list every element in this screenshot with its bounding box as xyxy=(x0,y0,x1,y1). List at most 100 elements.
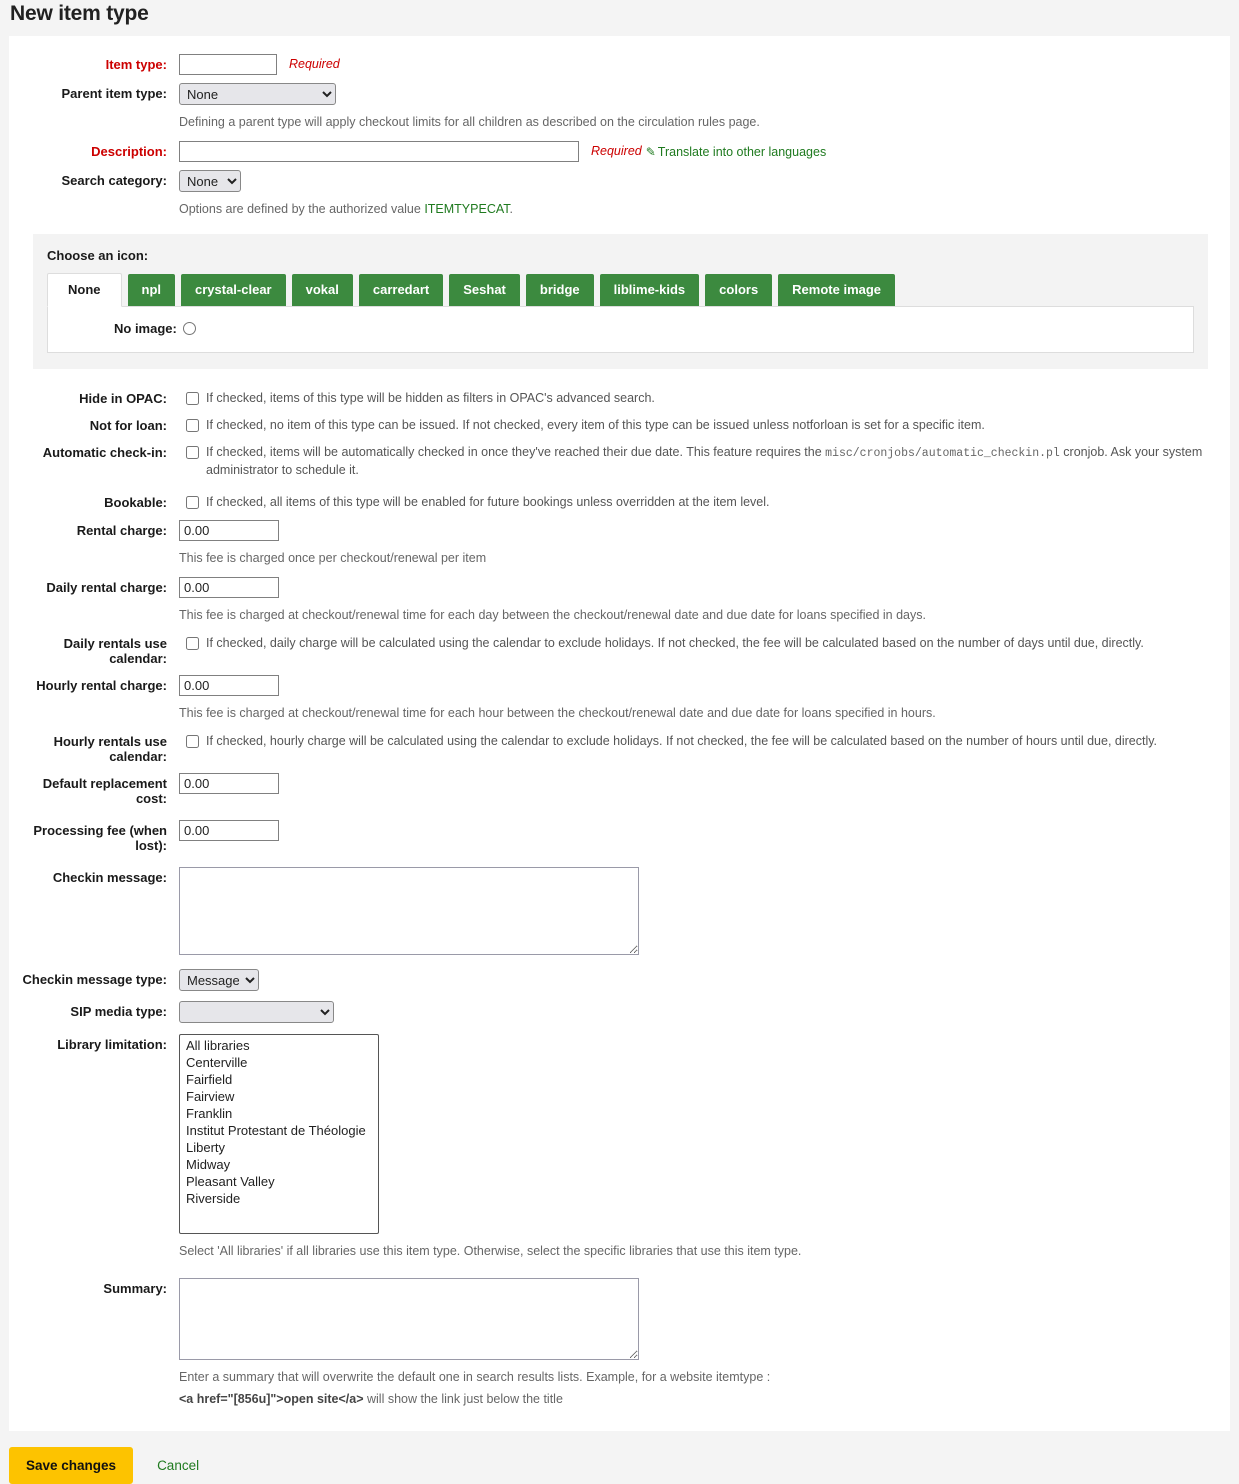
summary-hint: Enter a summary that will overwrite the … xyxy=(179,1368,770,1407)
rental-charge-hint-row: . This fee is charged once per checkout/… xyxy=(9,549,1230,567)
pencil-icon: ✎ xyxy=(645,145,656,159)
field-row-item-type: Item type: Required xyxy=(9,54,1230,75)
hourly-rental-charge-label: Hourly rental charge: xyxy=(36,678,167,693)
icon-tab-vokal[interactable]: vokal xyxy=(291,274,353,306)
library-option[interactable]: Institut Protestant de Théologie xyxy=(183,1122,378,1139)
hide-in-opac-checkbox[interactable] xyxy=(186,392,199,405)
rental-charge-input[interactable] xyxy=(179,520,279,541)
item-type-form: Item type: Required Parent item type: No… xyxy=(9,36,1230,1431)
cancel-link[interactable]: Cancel xyxy=(151,1458,205,1473)
search-category-select[interactable]: None xyxy=(179,170,241,192)
field-row-description: Description: Required ✎ Translate into ot… xyxy=(9,141,1230,162)
not-for-loan-checkbox[interactable] xyxy=(186,419,199,432)
summary-hint-code: <a href="[856u]">open site</a> xyxy=(179,1392,364,1406)
library-limitation-hint-row: . Select 'All libraries' if all librarie… xyxy=(9,1242,1230,1260)
checkin-message-type-label: Checkin message type: xyxy=(22,972,167,987)
field-row-summary: Summary: xyxy=(9,1278,1230,1360)
library-option[interactable]: Liberty xyxy=(183,1139,378,1156)
icon-tab-liblime-kids[interactable]: liblime-kids xyxy=(599,274,700,306)
daily-rentals-use-calendar-checkbox[interactable] xyxy=(186,637,199,650)
icon-tab-carredart[interactable]: carredart xyxy=(358,274,444,306)
parent-item-type-select[interactable]: None xyxy=(179,83,336,105)
field-row-default-replacement-cost: Default replacement cost: xyxy=(9,773,1230,806)
sip-media-type-label: SIP media type: xyxy=(70,1004,167,1019)
field-row-search-category: Search category: None xyxy=(9,170,1230,192)
library-option[interactable]: Franklin xyxy=(183,1105,378,1122)
icon-tab-npl[interactable]: npl xyxy=(127,274,175,306)
search-category-hint-post: . xyxy=(509,202,513,216)
field-row-checkin-message-type: Checkin message type: Message xyxy=(9,969,1230,991)
hourly-rentals-use-calendar-hint: If checked, hourly charge will be calcul… xyxy=(206,734,1158,748)
search-category-hint-row: . Options are defined by the authorized … xyxy=(9,200,1230,218)
summary-label: Summary: xyxy=(103,1281,167,1296)
library-option[interactable]: All libraries xyxy=(183,1037,378,1054)
library-option[interactable]: Midway xyxy=(183,1156,378,1173)
daily-rentals-use-calendar-hint: If checked, daily charge will be calcula… xyxy=(206,636,1144,650)
field-row-hourly-rental-charge: Hourly rental charge: xyxy=(9,675,1230,696)
library-limitation-label: Library limitation: xyxy=(57,1037,167,1052)
icon-tab-bridge[interactable]: bridge xyxy=(525,274,594,306)
no-image-label: No image: xyxy=(114,321,177,336)
icon-tab-crystal-clear[interactable]: crystal-clear xyxy=(181,274,286,306)
library-option[interactable]: Fairview xyxy=(183,1088,378,1105)
bookable-hint: If checked, all items of this type will … xyxy=(206,495,770,509)
hourly-rental-charge-input[interactable] xyxy=(179,675,279,696)
library-option[interactable]: Riverside xyxy=(183,1190,378,1207)
field-row-checkin-message: Checkin message: xyxy=(9,867,1230,955)
description-required-note: Required xyxy=(591,144,642,158)
item-type-input[interactable] xyxy=(179,54,277,75)
icon-tab-none[interactable]: None xyxy=(47,273,122,307)
daily-rental-charge-label: Daily rental charge: xyxy=(46,580,167,595)
automatic-checkin-hint-pre: If checked, items will be automatically … xyxy=(206,445,826,459)
description-input[interactable] xyxy=(179,141,579,162)
field-row-daily-rental-charge: Daily rental charge: xyxy=(9,577,1230,598)
icon-chooser-fieldset: Choose an icon: None npl crystal-clear v… xyxy=(33,234,1208,369)
not-for-loan-label: Not for loan: xyxy=(89,418,167,433)
translate-link[interactable]: Translate into other languages xyxy=(658,145,826,159)
hide-in-opac-label: Hide in OPAC: xyxy=(79,391,167,406)
bookable-label: Bookable: xyxy=(104,495,167,510)
sip-media-type-select[interactable] xyxy=(179,1001,334,1023)
no-image-radio[interactable] xyxy=(182,322,196,335)
field-row-automatic-checkin: Automatic check-in: If checked, items wi… xyxy=(9,443,1230,479)
library-option[interactable]: Pleasant Valley xyxy=(183,1173,378,1190)
library-option[interactable]: Centerville xyxy=(183,1054,378,1071)
summary-textarea[interactable] xyxy=(179,1278,639,1360)
no-image-option: No image: xyxy=(62,321,1179,336)
library-limitation-listbox[interactable]: All libraries Centerville Fairfield Fair… xyxy=(179,1034,379,1234)
hourly-rentals-use-calendar-label: Hourly rentals use calendar: xyxy=(53,734,167,764)
default-replacement-cost-input[interactable] xyxy=(179,773,279,794)
summary-hint-row: . Enter a summary that will overwrite th… xyxy=(9,1368,1230,1407)
form-actions: Save changes Cancel xyxy=(0,1431,1239,1484)
checkin-message-type-select[interactable]: Message xyxy=(179,969,259,991)
daily-rental-charge-input[interactable] xyxy=(179,577,279,598)
icon-tab-colors[interactable]: colors xyxy=(705,274,773,306)
icon-tab-seshat[interactable]: Seshat xyxy=(449,274,520,306)
bookable-checkbox[interactable] xyxy=(186,496,199,509)
processing-fee-input[interactable] xyxy=(179,820,279,841)
library-option[interactable]: Fairfield xyxy=(183,1071,378,1088)
item-type-required-note: Required xyxy=(289,57,340,71)
field-row-sip-media-type: SIP media type: xyxy=(9,1001,1230,1023)
icon-tab-remote-image[interactable]: Remote image xyxy=(778,274,896,306)
daily-rental-charge-hint: This fee is charged at checkout/renewal … xyxy=(179,608,926,622)
automatic-checkin-label: Automatic check-in: xyxy=(42,445,167,460)
hourly-rentals-use-calendar-checkbox[interactable] xyxy=(186,735,199,748)
summary-hint-line1: Enter a summary that will overwrite the … xyxy=(179,1370,771,1384)
itemtypecat-link[interactable]: ITEMTYPECAT xyxy=(424,202,509,216)
automatic-checkin-checkbox[interactable] xyxy=(186,446,199,459)
checkin-message-textarea[interactable] xyxy=(179,867,639,955)
processing-fee-label: Processing fee (when lost): xyxy=(33,823,167,853)
field-row-hide-in-opac: Hide in OPAC: If checked, items of this … xyxy=(9,389,1230,407)
hourly-rental-charge-hint: This fee is charged at checkout/renewal … xyxy=(179,706,936,720)
field-row-parent-item-type: Parent item type: None xyxy=(9,83,1230,105)
parent-item-type-label: Parent item type: xyxy=(61,86,167,101)
library-limitation-hint: Select 'All libraries' if all libraries … xyxy=(179,1244,802,1258)
search-category-hint: Options are defined by the authorized va… xyxy=(179,200,513,218)
field-row-daily-rentals-use-calendar: Daily rentals use calendar: If checked, … xyxy=(9,634,1230,666)
search-category-hint-pre: Options are defined by the authorized va… xyxy=(179,202,425,216)
save-changes-button[interactable]: Save changes xyxy=(9,1447,134,1484)
page-title: New item type xyxy=(10,2,149,25)
rental-charge-label: Rental charge: xyxy=(76,523,167,538)
hourly-rental-charge-hint-row: . This fee is charged at checkout/renewa… xyxy=(9,704,1230,722)
